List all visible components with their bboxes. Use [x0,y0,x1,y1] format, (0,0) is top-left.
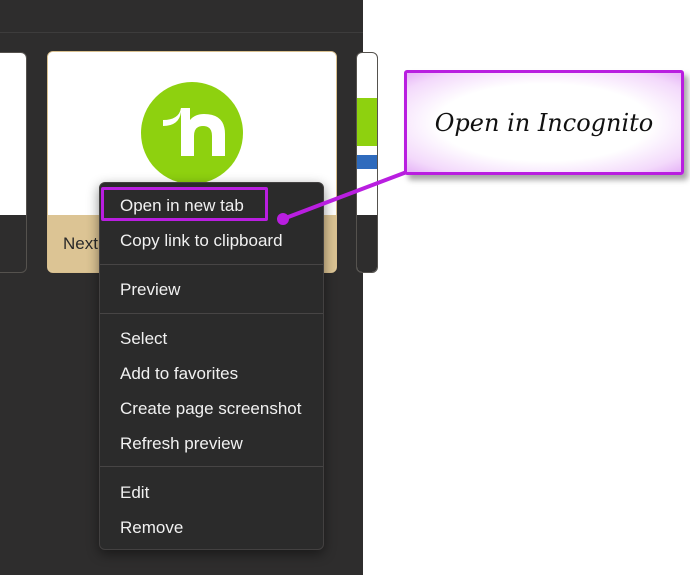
connector-dot-icon [277,213,289,225]
annotation-callout: Open in Incognito [404,70,684,175]
callout-text: Open in Incognito [434,109,654,137]
